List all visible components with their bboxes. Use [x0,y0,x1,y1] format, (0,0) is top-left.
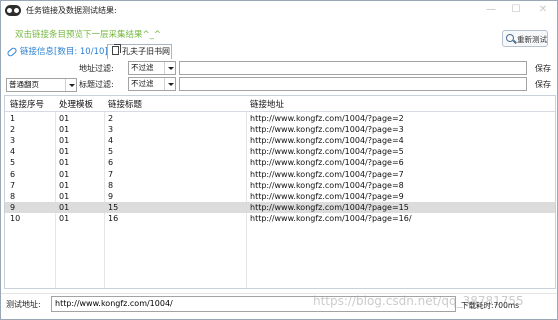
url-filter-input[interactable] [179,61,527,75]
cell-title: 7 [108,169,114,179]
retest-button-label: 重新测试 [517,35,547,44]
hint-text: 双击链接条目预览下一层采集结果^_^ [15,30,161,40]
cell-url: http://www.kongfz.com/1004/?page=4 [250,136,404,146]
retest-button[interactable]: 重新测试 [502,30,548,47]
cell-title: 2 [108,114,114,123]
title-filter-save-button[interactable]: 保存 [535,79,551,90]
table-row[interactable]: 3 01 4 http://www.kongfz.com/1004/?page=4 [5,135,555,146]
cell-title: 5 [108,147,114,157]
search-icon [506,34,514,42]
cell-template: 01 [59,158,70,168]
cell-url: http://www.kongfz.com/1004/?page=9 [250,191,404,201]
cell-id: 5 [10,158,16,168]
table-row[interactable]: 10 01 16 http://www.kongfz.com/1004/?page=1… [5,213,555,224]
cell-url: http://www.kongfz.com/1004/?page=2 [250,114,404,123]
cell-id: 4 [10,147,16,157]
cell-template: 01 [59,114,70,123]
document-icon [112,44,121,55]
cell-title: 3 [108,125,114,135]
link-icon [6,45,18,58]
app-logo-icon [5,5,21,16]
title-filter-input[interactable] [179,77,527,91]
tab-kongfz-label: 孔夫子旧书网 [122,47,170,56]
mode-select[interactable]: 普通翻页 [6,78,77,92]
column-header-id[interactable]: 链接序号 [10,98,44,110]
url-filter-label: 地址过滤: [79,64,114,73]
cell-url: http://www.kongfz.com/1004/?page=6 [250,158,404,168]
table-row[interactable]: 8 01 9 http://www.kongfz.com/1004/?page=9 [5,191,555,202]
tab-link-info-label: 链接信息[数目: 10/10] [20,47,108,57]
minimize-button[interactable]: — [479,3,503,18]
column-header-template[interactable]: 处理模板 [59,98,93,110]
tab-link-info[interactable]: 链接信息[数目: 10/10] [6,45,108,59]
cell-id: 10 [10,213,21,223]
cell-template: 01 [59,169,70,179]
cell-title: 6 [108,158,114,168]
table-row[interactable]: 2 01 3 http://www.kongfz.com/1004/?page=3 [5,124,555,135]
cell-title: 16 [108,213,119,223]
table-row[interactable]: 6 01 7 http://www.kongfz.com/1004/?page=7 [5,169,555,180]
column-header-title[interactable]: 链接标题 [108,98,142,110]
cell-title: 9 [108,191,114,201]
title-bar: 任务链接及数据测试结果: — ☐ ✕ [1,1,557,21]
title-filter-label: 标题过滤: [79,80,114,89]
chevron-down-icon [164,62,175,74]
cell-id: 2 [10,125,16,135]
cell-title: 4 [108,136,114,146]
table-row[interactable]: 5 01 6 http://www.kongfz.com/1004/?page=6 [5,157,555,168]
maximize-button[interactable]: ☐ [504,3,528,18]
mode-select-value: 普通翻页 [9,80,39,89]
cell-template: 01 [59,147,70,157]
cell-template: 01 [59,136,70,146]
status-bar: 测试地址: http://www.kongfz.com/1004/ https:… [1,293,557,319]
table-row[interactable]: 9 01 15 http://www.kongfz.com/1004/?page=15 [5,201,555,213]
cell-url: http://www.kongfz.com/1004/?page=5 [250,147,404,157]
links-table[interactable]: 链接序号 处理模板 链接标题 链接地址 1 01 2 http://www.kongf… [4,95,556,289]
app-window: 任务链接及数据测试结果: — ☐ ✕ 双击链接条目预览下一层采集结果^_^ 重新… [0,0,558,320]
cell-url: http://www.kongfz.com/1004/?page=16/ [250,213,412,223]
cell-template: 01 [59,191,70,201]
cell-id: 9 [10,202,16,212]
cell-template: 01 [59,213,70,223]
cell-id: 8 [10,191,16,201]
cell-id: 7 [10,180,16,190]
table-row[interactable]: 1 01 2 http://www.kongfz.com/1004/?page=2 [5,113,555,124]
url-filter-select[interactable]: 不过滤 [128,61,176,75]
cell-title: 15 [108,202,119,212]
tab-kongfz[interactable]: 孔夫子旧书网 [107,44,172,59]
url-filter-select-value: 不过滤 [131,63,154,72]
cell-template: 01 [59,180,70,190]
cell-id: 3 [10,136,16,146]
cell-id: 1 [10,114,16,123]
table-header: 链接序号 处理模板 链接标题 链接地址 [5,96,555,112]
column-header-url[interactable]: 链接地址 [250,98,284,110]
table-row[interactable]: 4 01 5 http://www.kongfz.com/1004/?page=5 [5,146,555,157]
close-button[interactable]: ✕ [531,3,555,18]
cell-id: 6 [10,169,16,179]
test-url-label: 测试地址: [6,300,41,309]
chevron-down-icon [164,78,175,90]
cell-url: http://www.kongfz.com/1004/?page=3 [250,125,404,135]
title-filter-select[interactable]: 不过滤 [128,77,176,91]
table-row[interactable]: 7 01 8 http://www.kongfz.com/1004/?page=8 [5,180,555,191]
cell-url: http://www.kongfz.com/1004/?page=7 [250,169,404,179]
cell-title: 8 [108,180,114,190]
cell-url: http://www.kongfz.com/1004/?page=15 [250,202,409,212]
cell-url: http://www.kongfz.com/1004/?page=8 [250,180,404,190]
cell-template: 01 [59,125,70,135]
title-filter-select-value: 不过滤 [131,79,154,88]
cell-template: 01 [59,202,70,212]
window-title: 任务链接及数据测试结果: [26,6,117,15]
url-filter-save-button[interactable]: 保存 [535,63,551,74]
chevron-down-icon [65,79,76,91]
download-time: 下载耗时:700ms [461,301,520,310]
